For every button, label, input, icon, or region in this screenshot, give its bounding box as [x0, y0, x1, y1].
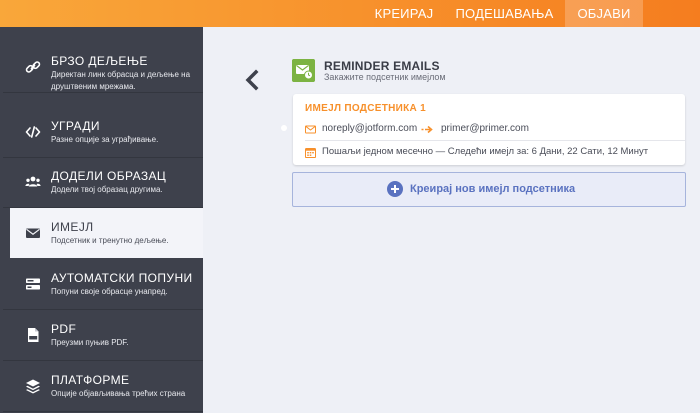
sidebar-item-desc: Директан линк обрасца и дељење на друштв… [51, 70, 191, 91]
sidebar-item-desc: Опције објављивања трећих страна [51, 389, 186, 398]
schedule-row: Пошаљи једном месечно — Следећи имејл за… [305, 143, 685, 161]
tab-settings[interactable]: ПОДЕШАВАЊА [449, 0, 560, 27]
sender-email: noreply@jotform.com [322, 123, 418, 134]
sidebar-item-assign-form[interactable]: ДОДЕЛИ ОБРАЗАЦ Додели твој образац други… [3, 157, 203, 208]
reminder-email-card[interactable]: ИМЕЈЛ ПОДСЕТНИКА 1 noreply@jotform.com p… [293, 94, 685, 165]
section-title: REMINDER EMAILS [324, 59, 440, 73]
reminder-email-icon [292, 59, 315, 82]
sidebar-item-label: ИМЕЈЛ [51, 220, 94, 234]
sidebar-item-pdf[interactable]: PDF Преузми пуњив PDF. [3, 310, 203, 361]
plus-circle-icon [387, 181, 403, 197]
sidebar-item-label: ДОДЕЛИ ОБРАЗАЦ [51, 169, 167, 183]
top-nav: КРЕИРАЈ ПОДЕШАВАЊА ОБЈАВИ [0, 0, 700, 27]
sidebar-item-label: PDF [51, 322, 77, 336]
connector-dot [281, 125, 287, 131]
back-chevron-icon[interactable] [243, 69, 261, 91]
layers-icon [26, 379, 40, 394]
link-icon [25, 61, 41, 73]
sidebar-item-quick-share[interactable]: БРЗО ДЕЉЕЊЕ Директан линк обрасца и деље… [3, 42, 203, 93]
sidebar-item-label: ПЛАТФОРМЕ [51, 373, 130, 387]
sidebar-item-desc: Попуни своје обрасце унапред. [51, 287, 168, 296]
arrow-right-icon [421, 125, 433, 134]
calendar-icon [305, 148, 316, 158]
sidebar-item-email[interactable]: ИМЕЈЛ Подсетник и тренутно дељење. [10, 208, 203, 258]
sidebar-item-desc: Подсетник и тренутно дељење. [51, 236, 169, 245]
prefill-icon [26, 278, 40, 290]
envelope-icon [26, 228, 40, 238]
envelope-icon [305, 125, 316, 134]
tab-create[interactable]: КРЕИРАЈ [368, 0, 440, 27]
sidebar-item-label: БРЗО ДЕЉЕЊЕ [51, 54, 148, 68]
sidebar: БРЗО ДЕЉЕЊЕ Директан линк обрасца и деље… [0, 27, 203, 413]
sidebar-item-desc: Преузми пуњив PDF. [51, 338, 129, 347]
sidebar-item-desc: Разне опције за уграђивање. [51, 135, 159, 144]
sender-row: noreply@jotform.com primer@primer.com [305, 120, 685, 141]
sidebar-item-autofill[interactable]: АУТОМАТСКИ ПОПУНИ Попуни своје обрасце у… [3, 259, 203, 310]
sidebar-item-label: АУТОМАТСКИ ПОПУНИ [51, 271, 193, 285]
pdf-icon [28, 328, 39, 342]
sidebar-item-desc: Додели твој образац другима. [51, 185, 163, 194]
sidebar-item-platforms[interactable]: ПЛАТФОРМЕ Опције објављивања трећих стра… [3, 361, 203, 412]
sidebar-item-label: УГРАДИ [51, 119, 100, 133]
code-icon [25, 126, 41, 138]
create-reminder-label: Креирај нов имејл подсетника [410, 183, 576, 195]
tab-publish[interactable]: ОБЈАВИ [565, 0, 643, 27]
reminder-title: ИМЕЈЛ ПОДСЕТНИКА 1 [305, 103, 426, 114]
users-icon [25, 176, 41, 187]
schedule-text: Пошаљи једном месечно — Следећи имејл за… [322, 146, 649, 157]
sidebar-item-embed[interactable]: УГРАДИ Разне опције за уграђивање. [3, 107, 203, 158]
create-reminder-button[interactable]: Креирај нов имејл подсетника [292, 172, 686, 207]
recipient-email: primer@primer.com [441, 123, 529, 134]
section-subtitle: Закажите подсетник имејлом [324, 72, 446, 82]
